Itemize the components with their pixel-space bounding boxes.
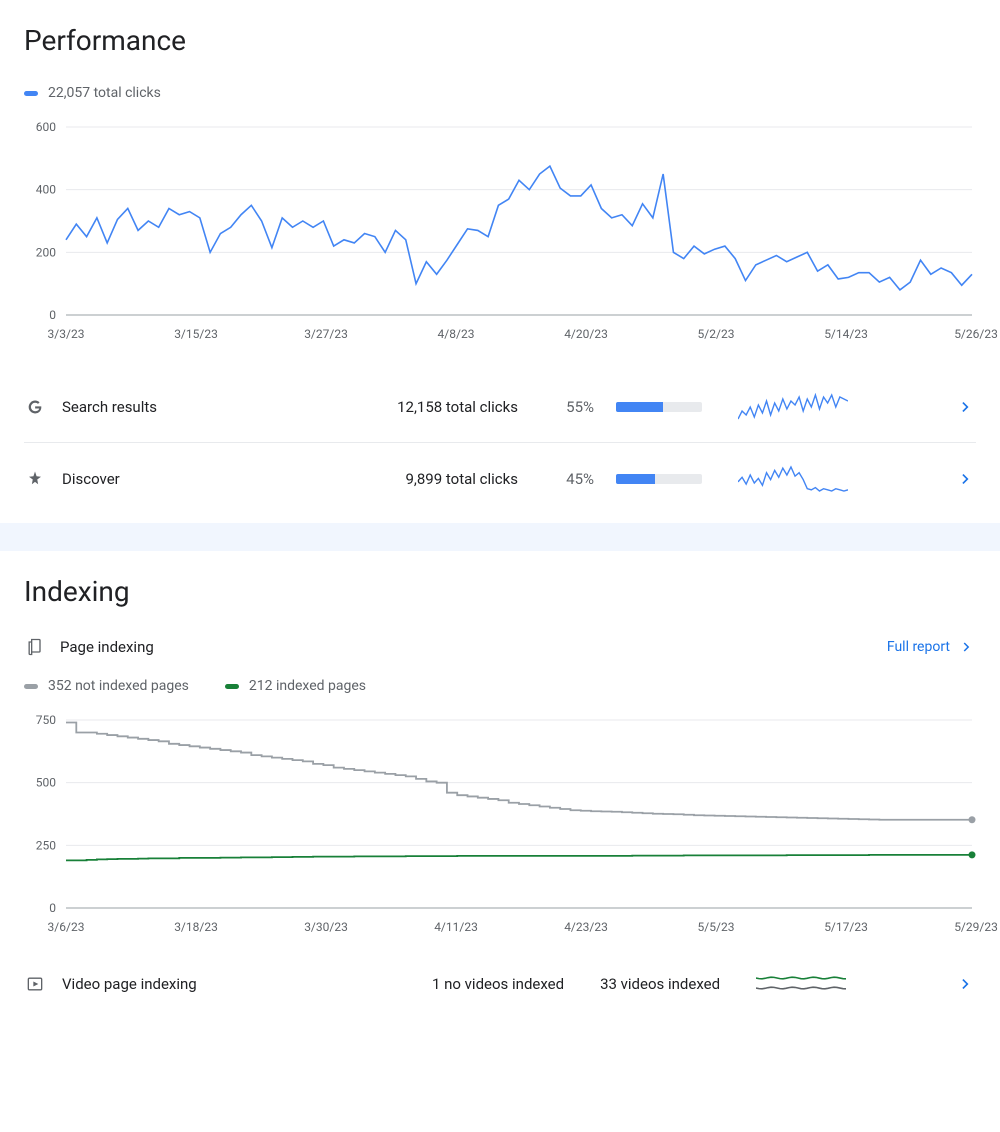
page-indexing-label: Page indexing bbox=[60, 638, 154, 656]
legend-not-indexed: 352 not indexed pages bbox=[24, 678, 189, 694]
performance-x-axis: 3/3/233/15/233/27/234/8/234/20/235/2/235… bbox=[66, 323, 976, 347]
indexing-x-axis: 3/6/233/18/233/30/234/11/234/23/235/5/23… bbox=[66, 916, 976, 940]
chevron-right-icon[interactable] bbox=[956, 974, 976, 994]
chevron-right-icon[interactable] bbox=[956, 469, 976, 489]
chevron-right-icon[interactable] bbox=[956, 397, 976, 417]
performance-chart: 0 200 400 600 3/3/233/15/233/27/234/8/234/2… bbox=[24, 119, 976, 347]
video-metric-videos: 33 videos indexed bbox=[600, 975, 720, 993]
row-bar bbox=[616, 402, 702, 412]
svg-text:600: 600 bbox=[36, 120, 56, 134]
video-pages-icon bbox=[24, 973, 46, 995]
legend-swatch bbox=[24, 684, 38, 689]
video-sparkline bbox=[756, 970, 846, 998]
legend-indexed: 212 indexed pages bbox=[225, 678, 366, 694]
legend-swatch bbox=[24, 91, 38, 96]
legend-total-clicks: 22,057 total clicks bbox=[24, 85, 161, 101]
indexing-chart: 0 250 500 750 3/6/233/18/233/30/234/11/234/… bbox=[24, 712, 976, 940]
indexing-line-chart: 0 250 500 750 bbox=[24, 712, 976, 912]
svg-text:0: 0 bbox=[49, 901, 56, 912]
row-bar bbox=[616, 474, 702, 484]
row-label: Discover bbox=[62, 470, 282, 488]
svg-text:400: 400 bbox=[36, 183, 56, 197]
google-icon bbox=[24, 396, 46, 418]
row-video-indexing[interactable]: Video page indexing 1 no videos indexed … bbox=[24, 950, 976, 1018]
chevron-right-icon bbox=[958, 638, 976, 656]
row-percent: 55% bbox=[534, 398, 594, 416]
row-label: Search results bbox=[62, 398, 282, 416]
svg-text:200: 200 bbox=[36, 245, 56, 259]
video-metric-no-videos: 1 no videos indexed bbox=[432, 975, 564, 993]
pages-icon bbox=[24, 636, 46, 658]
row-sparkline bbox=[738, 465, 848, 493]
performance-title: Performance bbox=[24, 24, 976, 57]
indexing-legend: 352 not indexed pages 212 indexed pages bbox=[24, 678, 976, 694]
legend-swatch bbox=[225, 684, 239, 689]
full-report-label: Full report bbox=[887, 639, 950, 655]
row-search-results[interactable]: Search results 12,158 total clicks 55% bbox=[24, 371, 976, 443]
performance-legend: 22,057 total clicks bbox=[24, 85, 976, 101]
legend-label: 352 not indexed pages bbox=[48, 678, 189, 694]
svg-text:250: 250 bbox=[36, 838, 56, 852]
page-indexing-header: Page indexing Full report bbox=[24, 636, 976, 658]
row-clicks: 12,158 total clicks bbox=[298, 398, 518, 416]
discover-icon bbox=[24, 468, 46, 490]
row-clicks: 9,899 total clicks bbox=[298, 470, 518, 488]
row-discover[interactable]: Discover 9,899 total clicks 45% bbox=[24, 443, 976, 515]
row-percent: 45% bbox=[534, 470, 594, 488]
indexing-section: Indexing Page indexing Full report 352 n… bbox=[0, 551, 1000, 1018]
performance-rows: Search results 12,158 total clicks 55% D… bbox=[24, 371, 976, 515]
section-divider bbox=[0, 523, 1000, 551]
performance-section: Performance 22,057 total clicks 0 200 400 6… bbox=[0, 0, 1000, 515]
row-sparkline bbox=[738, 393, 848, 421]
svg-text:750: 750 bbox=[36, 713, 56, 727]
svg-text:0: 0 bbox=[49, 308, 56, 319]
full-report-link[interactable]: Full report bbox=[887, 638, 976, 656]
performance-line-chart: 0 200 400 600 bbox=[24, 119, 976, 319]
legend-label: 22,057 total clicks bbox=[48, 85, 161, 101]
svg-text:500: 500 bbox=[36, 776, 56, 790]
indexing-title: Indexing bbox=[24, 575, 976, 608]
legend-label: 212 indexed pages bbox=[249, 678, 366, 694]
video-indexing-label: Video page indexing bbox=[62, 975, 322, 993]
